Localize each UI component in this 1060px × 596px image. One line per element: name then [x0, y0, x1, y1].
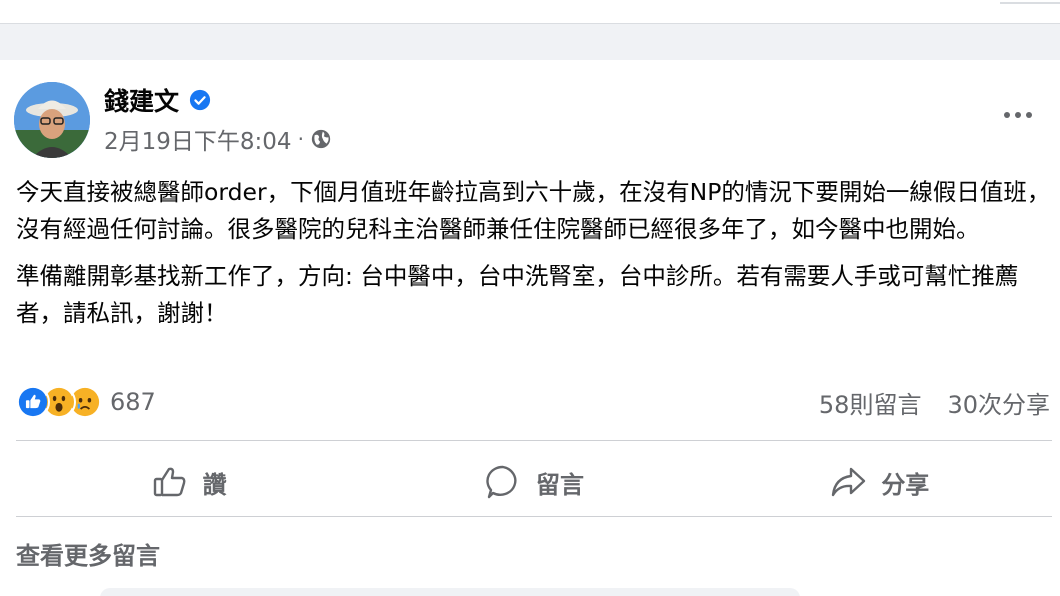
action-bar: 讚 留言 分享 — [16, 448, 1052, 516]
top-strip-edge — [1000, 0, 1060, 4]
more-dot — [1004, 112, 1010, 118]
post-timestamp[interactable]: 2月19日下午8:04 — [104, 122, 292, 156]
divider — [16, 440, 1052, 441]
post-card: 錢建文 2月19日下午8:04 · 今天直接被總醫師order，下個月值班年齡拉… — [0, 60, 1060, 596]
share-label: 分享 — [881, 470, 930, 499]
shares-count[interactable]: 30次分享 — [947, 385, 1050, 420]
comment-button[interactable]: 留言 — [361, 448, 706, 516]
like-label: 讚 — [202, 470, 227, 499]
comment-preview-bubble[interactable] — [100, 588, 800, 596]
like-button[interactable]: 讚 — [16, 448, 361, 516]
thumbs-up-icon — [153, 467, 186, 497]
share-arrow-icon — [832, 467, 866, 497]
avatar[interactable] — [14, 82, 90, 158]
divider — [16, 516, 1052, 517]
more-dot — [1026, 112, 1032, 118]
post-meta: 2月19日下午8:04 · — [104, 122, 332, 156]
post-text: 今天直接被總醫師order，下個月值班年齡拉高到六十歲，在沒有NP的情況下要開始… — [16, 174, 1052, 342]
meta-separator: · — [297, 127, 304, 151]
post-stats: 58則留言 30次分享 — [819, 380, 1050, 424]
author-name[interactable]: 錢建文 — [104, 82, 179, 118]
post-paragraph-2: 準備離開彰基找新工作了，方向: 台中醫中，台中洗腎室，台中診所。若有需要人手或可… — [16, 262, 1019, 327]
author-row: 錢建文 — [104, 82, 211, 118]
see-more-comments-link[interactable]: 查看更多留言 — [16, 536, 160, 571]
reaction-count: 687 — [110, 388, 156, 416]
comments-count[interactable]: 58則留言 — [819, 385, 922, 420]
top-strip — [0, 0, 1060, 24]
comment-bubble-icon — [486, 465, 517, 499]
more-dot — [1015, 112, 1021, 118]
like-icon — [16, 385, 50, 419]
globe-icon — [311, 129, 331, 149]
reactions-summary[interactable]: 687 — [16, 380, 156, 424]
share-button[interactable]: 分享 — [707, 448, 1052, 516]
more-options-button[interactable] — [996, 100, 1040, 130]
comment-label: 留言 — [535, 470, 584, 499]
post-paragraph-1: 今天直接被總醫師order，下個月值班年齡拉高到六十歲，在沒有NP的情況下要開始… — [16, 178, 1051, 243]
verified-badge-icon — [189, 89, 211, 111]
